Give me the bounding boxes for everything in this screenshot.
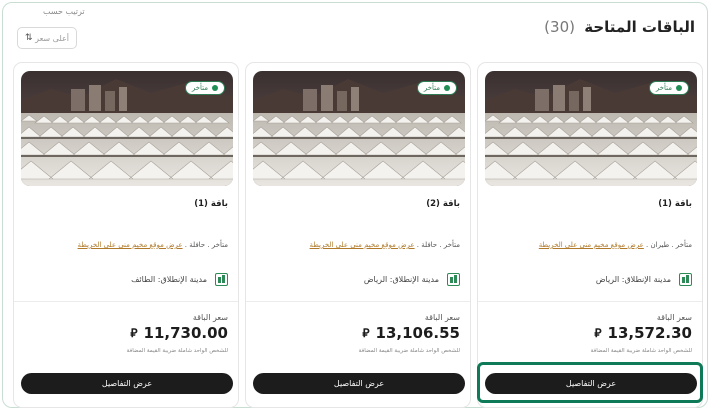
package-meta-text: متأخر . حافلة .: [414, 241, 460, 249]
status-badge: متأخر: [416, 81, 457, 95]
departure-city: مدينة الإنطلاق: الرياض: [596, 273, 692, 286]
package-meta: متأخر . حافلة . عرض موقع مخيم منى على ال…: [78, 241, 228, 249]
status-badge: متأخر: [648, 81, 689, 95]
status-dot-icon: [444, 85, 450, 91]
status-badge-label: متأخر: [655, 84, 672, 92]
price-label: سعر الباقة: [656, 313, 692, 322]
package-meta: متأخر . طيران . عرض موقع مخيم منى على ال…: [539, 241, 692, 249]
camp-photo: متأخر: [253, 71, 465, 186]
package-price: ⃁ 11,730.00: [130, 324, 228, 342]
package-name: باقة (1): [194, 199, 228, 209]
package-meta-text: متأخر . حافلة .: [182, 241, 228, 249]
tax-note: للشخص الواحد شاملة ضريبة القيمة المضافة: [358, 348, 460, 354]
status-dot-icon: [676, 85, 682, 91]
package-card: متأخر باقة (1) متأخر . طيران . عرض موقع …: [477, 62, 703, 408]
map-link[interactable]: عرض موقع مخيم منى على الخريطة: [310, 241, 415, 249]
city-buildings-icon: [215, 273, 228, 286]
price-label: سعر الباقة: [192, 313, 228, 322]
city-buildings-icon: [447, 273, 460, 286]
package-meta: متأخر . حافلة . عرض موقع مخيم منى على ال…: [310, 241, 460, 249]
price-value: 13,106.55: [375, 324, 460, 342]
riyal-currency-icon: ⃁: [362, 325, 370, 340]
camp-photo: متأخر: [21, 71, 233, 186]
departure-city-label: مدينة الإنطلاق: الطائف: [131, 275, 207, 284]
departure-city-label: مدينة الإنطلاق: الرياض: [595, 275, 671, 284]
departure-city-label: مدينة الإنطلاق: الرياض: [363, 275, 439, 284]
riyal-currency-icon: ⃁: [130, 325, 138, 340]
package-meta-text: متأخر . طيران .: [643, 241, 692, 249]
riyal-currency-icon: ⃁: [594, 325, 602, 340]
map-link[interactable]: عرض موقع مخيم منى على الخريطة: [539, 241, 644, 249]
view-details-button[interactable]: عرض التفاصيل: [485, 373, 697, 394]
departure-city: مدينة الإنطلاق: الطائف: [131, 273, 228, 286]
package-price: ⃁ 13,572.30: [594, 324, 692, 342]
tax-note: للشخص الواحد شاملة ضريبة القيمة المضافة: [126, 348, 228, 354]
package-name: باقة (2): [426, 199, 460, 209]
tax-note: للشخص الواحد شاملة ضريبة القيمة المضافة: [590, 348, 692, 354]
camp-photo: متأخر: [485, 71, 697, 186]
status-dot-icon: [212, 85, 218, 91]
city-buildings-icon: [679, 273, 692, 286]
package-name: باقة (1): [658, 199, 692, 209]
divider: [478, 301, 702, 302]
view-details-button[interactable]: عرض التفاصيل: [253, 373, 465, 394]
price-label: سعر الباقة: [424, 313, 460, 322]
package-card: متأخر باقة (1) متأخر . حافلة . عرض موقع …: [13, 62, 239, 408]
status-badge-label: متأخر: [423, 84, 440, 92]
departure-city: مدينة الإنطلاق: الرياض: [364, 273, 460, 286]
status-badge: متأخر: [184, 81, 225, 95]
divider: [246, 301, 470, 302]
price-value: 13,572.30: [607, 324, 692, 342]
package-card: متأخر باقة (2) متأخر . حافلة . عرض موقع …: [245, 62, 471, 408]
view-details-button[interactable]: عرض التفاصيل: [21, 373, 233, 394]
map-link[interactable]: عرض موقع مخيم منى على الخريطة: [78, 241, 183, 249]
price-value: 11,730.00: [143, 324, 228, 342]
divider: [14, 301, 238, 302]
status-badge-label: متأخر: [191, 84, 208, 92]
package-price: ⃁ 13,106.55: [362, 324, 460, 342]
